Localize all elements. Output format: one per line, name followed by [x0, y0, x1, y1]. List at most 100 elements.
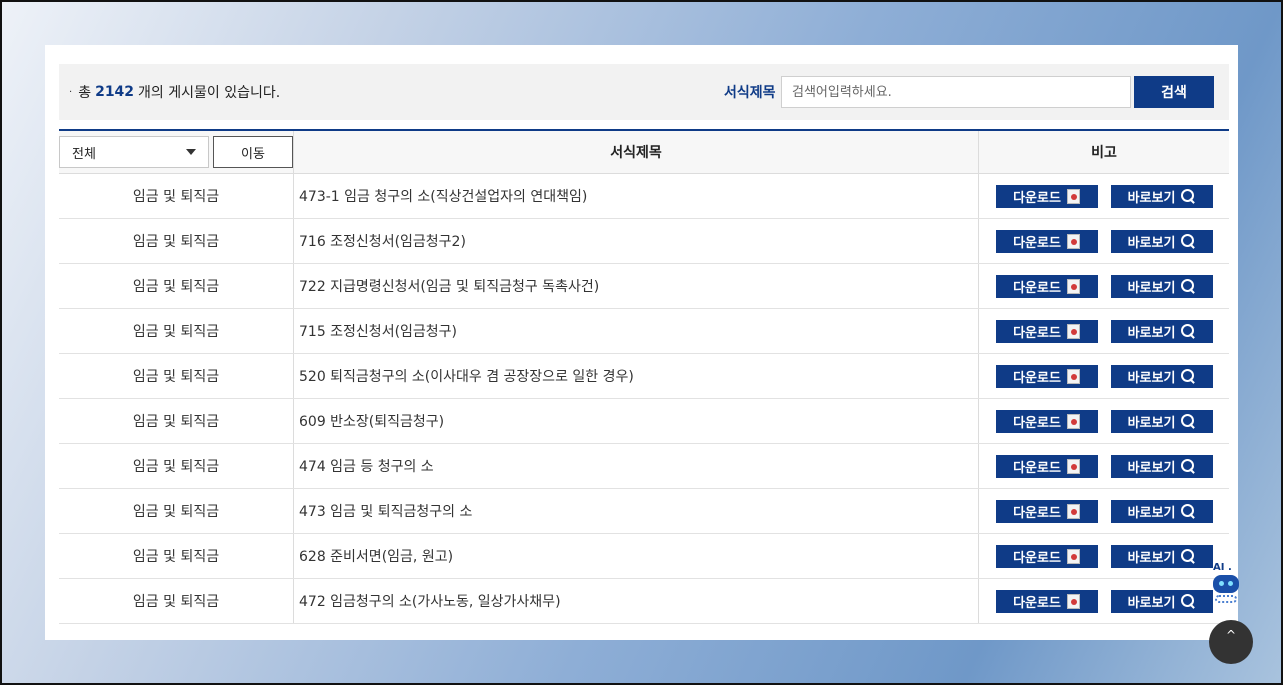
view-button[interactable]: 바로보기 [1110, 454, 1213, 478]
download-label: 다운로드 [1013, 550, 1061, 566]
download-label: 다운로드 [1013, 235, 1061, 251]
view-button[interactable]: 바로보기 [1110, 184, 1213, 208]
category-select[interactable]: 전체 [59, 136, 209, 168]
view-label: 바로보기 [1127, 460, 1176, 476]
view-label: 바로보기 [1127, 190, 1176, 206]
header-title: 서식제목 [294, 131, 979, 173]
view-button[interactable]: 바로보기 [1110, 409, 1213, 433]
row-category: 임금 및 퇴직금 [59, 489, 294, 533]
download-button[interactable]: 다운로드 [995, 274, 1098, 298]
search-button[interactable]: 검색 [1134, 76, 1214, 108]
view-button[interactable]: 바로보기 [1110, 499, 1213, 523]
download-button[interactable]: 다운로드 [995, 409, 1098, 433]
category-select-value: 전체 [72, 146, 96, 162]
document-icon [1066, 458, 1080, 474]
scroll-top-button[interactable]: ^ [1209, 620, 1253, 664]
chevron-up-icon: ^ [1225, 628, 1237, 642]
document-icon [1066, 548, 1080, 564]
download-label: 다운로드 [1013, 505, 1061, 521]
row-category: 임금 및 퇴직금 [59, 444, 294, 488]
row-title[interactable]: 520 퇴직금청구의 소(이사대우 겸 공장장으로 일한 경우) [294, 354, 979, 398]
table-row: 임금 및 퇴직금 520 퇴직금청구의 소(이사대우 겸 공장장으로 일한 경우)… [59, 354, 1229, 399]
download-button[interactable]: 다운로드 [995, 544, 1098, 568]
board-panel: · 총 2142 개의 게시물이 있습니다. 서식제목 검색 전체 이동 서식제… [45, 45, 1238, 640]
robot-base-icon [1215, 595, 1237, 603]
row-actions: 다운로드 바로보기 [979, 579, 1229, 623]
row-actions: 다운로드 바로보기 [979, 174, 1229, 218]
table-row: 임금 및 퇴직금 715 조정신청서(임금청구) 다운로드 바로보기 [59, 309, 1229, 354]
download-button[interactable]: 다운로드 [995, 499, 1098, 523]
search-icon [1181, 549, 1195, 563]
view-label: 바로보기 [1127, 325, 1176, 341]
view-button[interactable]: 바로보기 [1110, 319, 1213, 343]
view-button[interactable]: 바로보기 [1110, 589, 1213, 613]
row-category: 임금 및 퇴직금 [59, 399, 294, 443]
download-button[interactable]: 다운로드 [995, 589, 1098, 613]
row-title[interactable]: 715 조정신청서(임금청구) [294, 309, 979, 353]
row-category: 임금 및 퇴직금 [59, 579, 294, 623]
document-icon [1066, 323, 1080, 339]
row-title[interactable]: 473 임금 및 퇴직금청구의 소 [294, 489, 979, 533]
download-label: 다운로드 [1013, 415, 1061, 431]
view-button[interactable]: 바로보기 [1110, 544, 1213, 568]
table-row: 임금 및 퇴직금 628 준비서면(임금, 원고) 다운로드 바로보기 [59, 534, 1229, 579]
count-prefix: 총 [78, 85, 92, 101]
view-label: 바로보기 [1127, 595, 1176, 611]
download-button[interactable]: 다운로드 [995, 364, 1098, 388]
view-label: 바로보기 [1127, 415, 1176, 431]
search-icon [1181, 414, 1195, 428]
view-button[interactable]: 바로보기 [1110, 229, 1213, 253]
row-title[interactable]: 609 반소장(퇴직금청구) [294, 399, 979, 443]
post-count: 2142 [95, 84, 135, 100]
row-category: 임금 및 퇴직금 [59, 264, 294, 308]
view-label: 바로보기 [1127, 550, 1176, 566]
download-label: 다운로드 [1013, 595, 1061, 611]
row-category: 임금 및 퇴직금 [59, 174, 294, 218]
document-icon [1066, 233, 1080, 249]
row-title[interactable]: 716 조정신청서(임금청구2) [294, 219, 979, 263]
move-button[interactable]: 이동 [213, 136, 293, 168]
document-icon [1066, 413, 1080, 429]
row-title[interactable]: 722 지급명령신청서(임금 및 퇴직금청구 독촉사건) [294, 264, 979, 308]
search-icon [1181, 234, 1195, 248]
search-icon [1181, 279, 1195, 293]
ai-label: AI . [1213, 562, 1232, 573]
row-actions: 다운로드 바로보기 [979, 219, 1229, 263]
view-label: 바로보기 [1127, 235, 1176, 251]
count-suffix: 개의 게시물이 있습니다. [138, 85, 281, 101]
post-count-summary: · 총 2142 개의 게시물이 있습니다. [69, 64, 280, 120]
table-body: 임금 및 퇴직금 473-1 임금 청구의 소(직상건설업자의 연대책임) 다운로드… [59, 174, 1229, 624]
table-row: 임금 및 퇴직금 474 임금 등 청구의 소 다운로드 바로보기 [59, 444, 1229, 489]
document-icon [1066, 368, 1080, 384]
search-label: 서식제목 [724, 85, 776, 101]
header-note: 비고 [1091, 145, 1117, 161]
row-actions: 다운로드 바로보기 [979, 354, 1229, 398]
table-row: 임금 및 퇴직금 716 조정신청서(임금청구2) 다운로드 바로보기 [59, 219, 1229, 264]
table-row: 임금 및 퇴직금 472 임금청구의 소(가사노동, 일상가사채무) 다운로드 바로보… [59, 579, 1229, 624]
view-label: 바로보기 [1127, 370, 1176, 386]
download-button[interactable]: 다운로드 [995, 229, 1098, 253]
ai-chatbot-icon[interactable]: AI . [1213, 562, 1243, 608]
view-button[interactable]: 바로보기 [1110, 274, 1213, 298]
search-input[interactable] [781, 76, 1131, 108]
row-category: 임금 및 퇴직금 [59, 354, 294, 398]
row-title[interactable]: 628 준비서면(임금, 원고) [294, 534, 979, 578]
board-topbar: · 총 2142 개의 게시물이 있습니다. 서식제목 검색 [59, 64, 1229, 120]
table-row: 임금 및 퇴직금 722 지급명령신청서(임금 및 퇴직금청구 독촉사건) 다운로드… [59, 264, 1229, 309]
row-title[interactable]: 472 임금청구의 소(가사노동, 일상가사채무) [294, 579, 979, 623]
row-category: 임금 및 퇴직금 [59, 309, 294, 353]
view-button[interactable]: 바로보기 [1110, 364, 1213, 388]
search-icon [1181, 324, 1195, 338]
document-icon [1066, 278, 1080, 294]
row-actions: 다운로드 바로보기 [979, 264, 1229, 308]
view-label: 바로보기 [1127, 280, 1176, 296]
download-button[interactable]: 다운로드 [995, 184, 1098, 208]
download-button[interactable]: 다운로드 [995, 319, 1098, 343]
chevron-down-icon [186, 149, 196, 155]
row-title[interactable]: 473-1 임금 청구의 소(직상건설업자의 연대책임) [294, 174, 979, 218]
download-label: 다운로드 [1013, 325, 1061, 341]
table-row: 임금 및 퇴직금 609 반소장(퇴직금청구) 다운로드 바로보기 [59, 399, 1229, 444]
document-icon [1066, 188, 1080, 204]
download-button[interactable]: 다운로드 [995, 454, 1098, 478]
row-title[interactable]: 474 임금 등 청구의 소 [294, 444, 979, 488]
